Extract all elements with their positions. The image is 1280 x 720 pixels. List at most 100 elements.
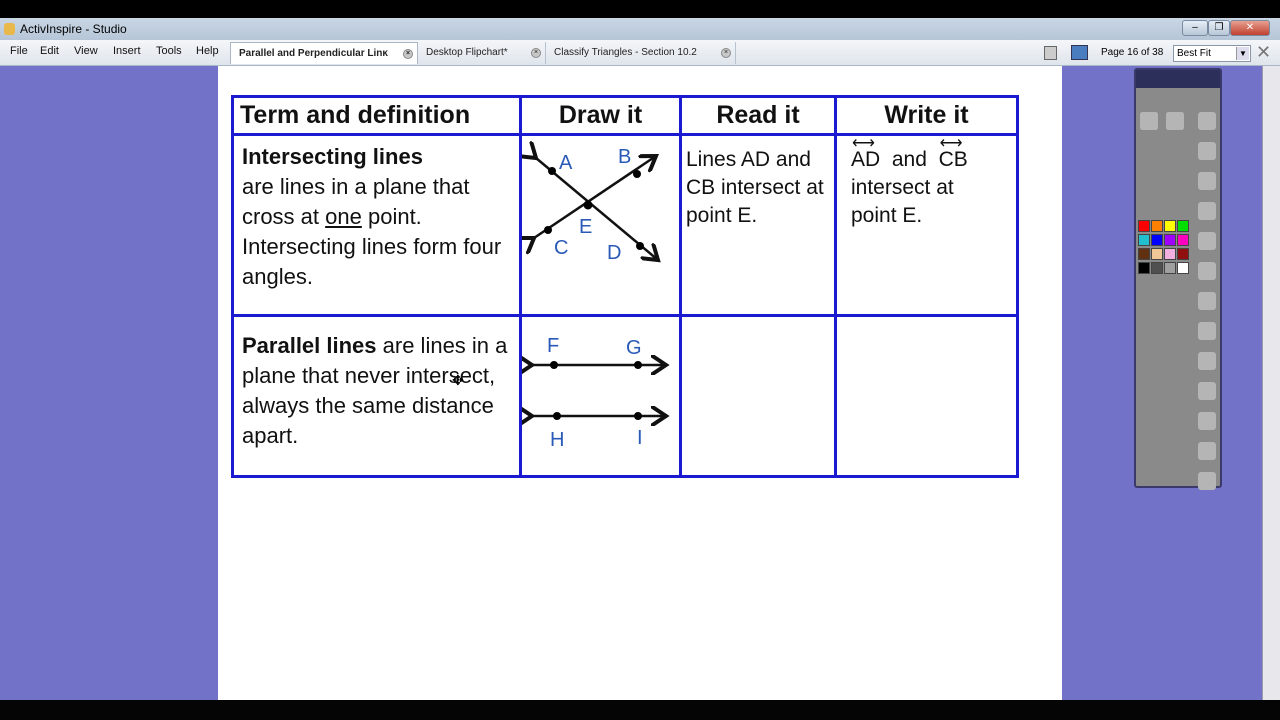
term-parallel: Parallel lines bbox=[242, 333, 377, 358]
menu-edit[interactable]: Edit bbox=[40, 45, 59, 57]
menu-view[interactable]: View bbox=[74, 45, 98, 57]
line-notation-ad: ⟷ AD bbox=[851, 135, 880, 171]
double-arrow-icon: ⟷ bbox=[852, 135, 875, 152]
close-tab-icon[interactable]: × bbox=[531, 48, 541, 58]
label-a: A bbox=[559, 152, 573, 174]
point-f bbox=[550, 361, 558, 369]
point-i bbox=[634, 412, 642, 420]
tool-button[interactable] bbox=[1166, 112, 1184, 130]
tab-desktop-flipchart[interactable]: Desktop Flipchart* × bbox=[418, 42, 546, 64]
tab-classify-triangles[interactable]: Classify Triangles - Section 10.2 × bbox=[546, 42, 736, 64]
tool-button[interactable] bbox=[1198, 472, 1216, 490]
menu-insert[interactable]: Insert bbox=[113, 45, 141, 57]
menu-help[interactable]: Help bbox=[196, 45, 219, 57]
label-e: E bbox=[579, 216, 592, 238]
mouse-cursor-icon: ✥ bbox=[452, 372, 464, 388]
toolbox-header[interactable] bbox=[1136, 70, 1220, 88]
page-indicator: Page 16 of 38 bbox=[1101, 47, 1164, 58]
header-read: Read it bbox=[679, 95, 837, 136]
close-tab-icon[interactable]: × bbox=[721, 48, 731, 58]
point-a bbox=[548, 167, 556, 175]
color-swatch[interactable] bbox=[1151, 262, 1163, 274]
parallel-drawing: F G H I bbox=[521, 314, 682, 478]
intersecting-lines-diagram: A B C D E bbox=[522, 136, 679, 264]
color-swatch[interactable] bbox=[1138, 248, 1150, 260]
label-h: H bbox=[550, 429, 564, 451]
point-b bbox=[633, 170, 641, 178]
desktop-annotate-icon[interactable] bbox=[1071, 45, 1088, 60]
color-swatch[interactable] bbox=[1177, 220, 1189, 232]
color-swatch[interactable] bbox=[1138, 234, 1150, 246]
label-c: C bbox=[554, 237, 568, 259]
color-swatch[interactable] bbox=[1177, 248, 1189, 260]
color-swatch[interactable] bbox=[1138, 262, 1150, 274]
color-swatch[interactable] bbox=[1151, 234, 1163, 246]
color-swatch[interactable] bbox=[1164, 220, 1176, 232]
double-arrow-icon: ⟷ bbox=[939, 135, 963, 152]
tab-label: Classify Triangles - Section 10.2 bbox=[554, 47, 697, 58]
label-d: D bbox=[607, 242, 621, 264]
tool-button[interactable] bbox=[1198, 352, 1216, 370]
term-intersecting: Intersecting lines bbox=[242, 144, 423, 169]
color-swatch[interactable] bbox=[1164, 234, 1176, 246]
parallel-lines-diagram: F G H I bbox=[522, 335, 679, 451]
tool-button[interactable] bbox=[1198, 262, 1216, 280]
parallel-write[interactable] bbox=[834, 314, 1019, 478]
def-underline: one bbox=[325, 204, 362, 229]
collapse-icon[interactable]: ✕ bbox=[1256, 42, 1271, 63]
chevron-down-icon[interactable]: ▼ bbox=[1236, 47, 1249, 60]
color-swatch[interactable] bbox=[1151, 248, 1163, 260]
scrollbar[interactable] bbox=[1262, 66, 1280, 700]
minimize-button[interactable]: – bbox=[1182, 20, 1208, 36]
point-c bbox=[544, 226, 552, 234]
main-toolbox[interactable] bbox=[1134, 68, 1222, 490]
window-title: ActivInspire - Studio bbox=[20, 22, 127, 36]
intersecting-write: ⟷ AD and ⟷ CB intersect at point E. bbox=[834, 133, 1019, 317]
tool-button[interactable] bbox=[1140, 112, 1158, 130]
color-swatch[interactable] bbox=[1138, 220, 1150, 232]
point-g bbox=[634, 361, 642, 369]
tool-button[interactable] bbox=[1198, 382, 1216, 400]
label-i: I bbox=[637, 427, 643, 449]
app-icon bbox=[4, 23, 15, 35]
intersecting-definition: Intersecting lines are lines in a plane t… bbox=[231, 133, 522, 317]
parallel-read[interactable] bbox=[679, 314, 837, 478]
tool-button[interactable] bbox=[1198, 112, 1216, 130]
point-d bbox=[636, 242, 644, 250]
restore-button[interactable]: ❐ bbox=[1208, 20, 1230, 36]
header-draw: Draw it bbox=[519, 95, 682, 136]
tab-parallel-perpendicular[interactable]: Parallel and Perpendicular Linĸ × bbox=[230, 42, 418, 64]
flipchart-page: Term and definition Draw it Read it Writ… bbox=[218, 66, 1062, 700]
page-browser-icon[interactable] bbox=[1044, 46, 1057, 60]
color-swatch[interactable] bbox=[1177, 234, 1189, 246]
color-swatch[interactable] bbox=[1151, 220, 1163, 232]
color-swatch[interactable] bbox=[1164, 262, 1176, 274]
tool-button[interactable] bbox=[1198, 442, 1216, 460]
label-b: B bbox=[618, 146, 631, 168]
zoom-select[interactable]: Best Fit ▼ bbox=[1173, 45, 1251, 62]
menu-file[interactable]: File bbox=[10, 45, 28, 57]
color-swatch[interactable] bbox=[1164, 248, 1176, 260]
point-e bbox=[583, 200, 593, 210]
tool-button[interactable] bbox=[1198, 412, 1216, 430]
intersecting-drawing: A B C D E bbox=[521, 133, 682, 317]
tab-label: Desktop Flipchart* bbox=[426, 47, 508, 58]
line-notation-cb: ⟷ CB bbox=[939, 135, 968, 171]
label-f: F bbox=[547, 335, 559, 357]
tool-button[interactable] bbox=[1198, 232, 1216, 250]
tool-button[interactable] bbox=[1198, 202, 1216, 220]
title-bar: ActivInspire - Studio – ❐ ✕ bbox=[0, 18, 1280, 40]
label-g: G bbox=[626, 337, 642, 359]
zoom-value: Best Fit bbox=[1177, 48, 1211, 59]
menu-tools[interactable]: Tools bbox=[156, 45, 182, 57]
header-term: Term and definition bbox=[231, 95, 522, 136]
tool-button[interactable] bbox=[1198, 292, 1216, 310]
close-tab-icon[interactable]: × bbox=[403, 49, 413, 59]
color-swatch[interactable] bbox=[1177, 262, 1189, 274]
tool-button[interactable] bbox=[1198, 172, 1216, 190]
parallel-definition: Parallel lines are lines in a plane that… bbox=[231, 314, 522, 478]
tool-button[interactable] bbox=[1198, 142, 1216, 160]
vocabulary-table: Term and definition Draw it Read it Writ… bbox=[231, 95, 1019, 478]
close-button[interactable]: ✕ bbox=[1230, 20, 1270, 36]
tool-button[interactable] bbox=[1198, 322, 1216, 340]
